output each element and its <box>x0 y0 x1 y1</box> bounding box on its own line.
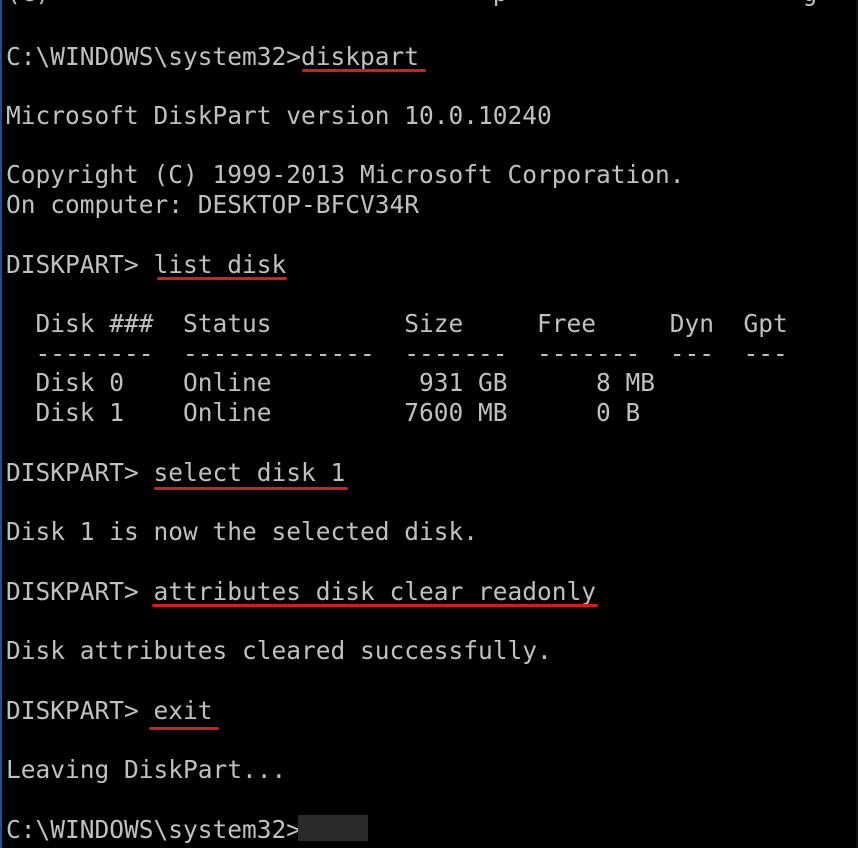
version-line: Microsoft DiskPart version 10.0.10240 <box>6 101 552 130</box>
computer-line: On computer: DESKTOP-BFCV34R <box>6 190 420 219</box>
command-list-disk: list disk <box>153 250 287 279</box>
annotation-underline <box>154 487 348 490</box>
text-cursor <box>298 815 368 841</box>
prompt-text: DISKPART> <box>6 696 154 725</box>
command-prompt-console[interactable]: (c) p g C:\WINDOWS\system32>diskpart Mic… <box>0 0 858 848</box>
command-exit: exit <box>153 696 213 725</box>
command-select-disk: select disk 1 <box>153 458 346 487</box>
prompt-text: DISKPART> <box>6 250 154 279</box>
leaving-message: Leaving DiskPart... <box>6 755 287 784</box>
selected-disk-message: Disk 1 is now the selected disk. <box>6 517 479 546</box>
disk-table-row: Disk 1 Online 7600 MB 0 B <box>6 398 641 427</box>
prompt-line-select-disk: DISKPART> select disk 1 <box>6 458 345 488</box>
copyright-line: Copyright (C) 1999-2013 Microsoft Corpor… <box>6 160 685 189</box>
prompt-line-attributes: DISKPART> attributes disk clear readonly <box>6 577 596 607</box>
prompt-line-diskpart: C:\WINDOWS\system32>diskpart <box>6 42 419 72</box>
attributes-cleared-message: Disk attributes cleared successfully. <box>6 636 552 665</box>
disk-table-header: Disk ### Status Size Free Dyn Gpt <box>6 309 788 338</box>
command-diskpart: diskpart <box>301 42 420 71</box>
annotation-underline <box>157 277 287 280</box>
prompt-text: DISKPART> <box>6 458 154 487</box>
prompt-line-list-disk: DISKPART> list disk <box>6 250 286 280</box>
prompt-line-exit: DISKPART> exit <box>6 696 213 726</box>
prompt-text: DISKPART> <box>6 577 154 606</box>
disk-table-separator: -------- ------------- ------- ------- -… <box>6 339 788 368</box>
annotation-underline <box>302 69 426 72</box>
command-attributes-clear: attributes disk clear readonly <box>153 577 597 606</box>
annotation-underline <box>152 604 598 607</box>
cut-off-line: (c) p g <box>6 0 817 8</box>
disk-table-row: Disk 0 Online 931 GB 8 MB <box>6 368 656 397</box>
prompt-text: C:\WINDOWS\system32> <box>6 42 302 71</box>
final-prompt-line[interactable]: C:\WINDOWS\system32> <box>6 815 301 845</box>
annotation-underline <box>149 727 219 730</box>
